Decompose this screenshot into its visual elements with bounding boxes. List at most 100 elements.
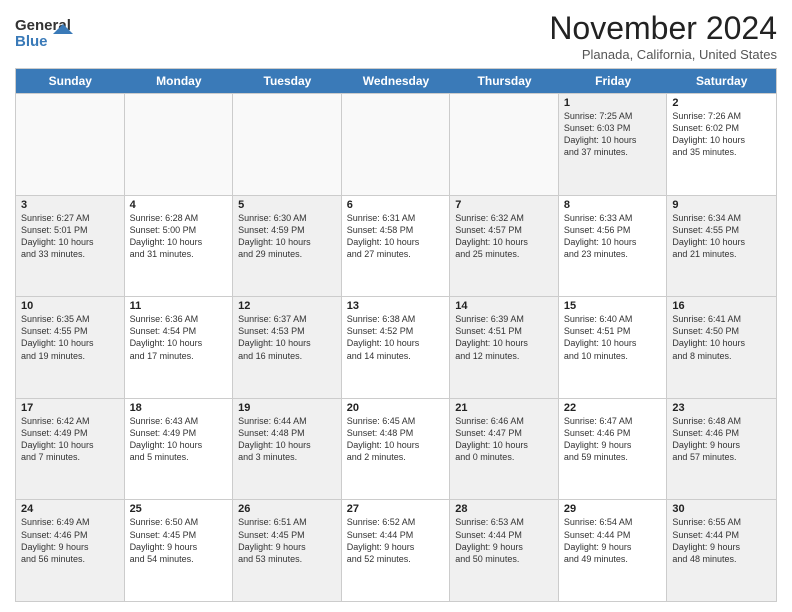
day-number: 15 xyxy=(564,300,662,312)
day-info: Sunrise: 6:45 AM Sunset: 4:48 PM Dayligh… xyxy=(347,415,445,464)
day-info: Sunrise: 6:27 AM Sunset: 5:01 PM Dayligh… xyxy=(21,212,119,261)
calendar-row-2: 3Sunrise: 6:27 AM Sunset: 5:01 PM Daylig… xyxy=(16,195,776,297)
day-info: Sunrise: 6:44 AM Sunset: 4:48 PM Dayligh… xyxy=(238,415,336,464)
day-info: Sunrise: 6:38 AM Sunset: 4:52 PM Dayligh… xyxy=(347,313,445,362)
calendar-cell xyxy=(342,94,451,195)
day-info: Sunrise: 6:52 AM Sunset: 4:44 PM Dayligh… xyxy=(347,516,445,565)
day-info: Sunrise: 6:40 AM Sunset: 4:51 PM Dayligh… xyxy=(564,313,662,362)
calendar-cell xyxy=(233,94,342,195)
calendar-cell: 8Sunrise: 6:33 AM Sunset: 4:56 PM Daylig… xyxy=(559,196,668,297)
day-number: 28 xyxy=(455,503,553,515)
calendar-cell: 19Sunrise: 6:44 AM Sunset: 4:48 PM Dayli… xyxy=(233,399,342,500)
calendar-row-1: 1Sunrise: 7:25 AM Sunset: 6:03 PM Daylig… xyxy=(16,93,776,195)
calendar-cell: 1Sunrise: 7:25 AM Sunset: 6:03 PM Daylig… xyxy=(559,94,668,195)
calendar-row-3: 10Sunrise: 6:35 AM Sunset: 4:55 PM Dayli… xyxy=(16,296,776,398)
day-info: Sunrise: 7:25 AM Sunset: 6:03 PM Dayligh… xyxy=(564,110,662,159)
svg-text:Blue: Blue xyxy=(15,33,48,50)
day-number: 17 xyxy=(21,402,119,414)
calendar-row-4: 17Sunrise: 6:42 AM Sunset: 4:49 PM Dayli… xyxy=(16,398,776,500)
calendar: SundayMondayTuesdayWednesdayThursdayFrid… xyxy=(15,68,777,602)
day-info: Sunrise: 6:35 AM Sunset: 4:55 PM Dayligh… xyxy=(21,313,119,362)
header: General Blue November 2024 Planada, Cali… xyxy=(15,10,777,62)
calendar-cell: 28Sunrise: 6:53 AM Sunset: 4:44 PM Dayli… xyxy=(450,500,559,601)
day-info: Sunrise: 6:47 AM Sunset: 4:46 PM Dayligh… xyxy=(564,415,662,464)
day-info: Sunrise: 6:51 AM Sunset: 4:45 PM Dayligh… xyxy=(238,516,336,565)
calendar-cell: 22Sunrise: 6:47 AM Sunset: 4:46 PM Dayli… xyxy=(559,399,668,500)
header-day-sunday: Sunday xyxy=(16,69,125,93)
day-info: Sunrise: 6:34 AM Sunset: 4:55 PM Dayligh… xyxy=(672,212,771,261)
day-info: Sunrise: 6:33 AM Sunset: 4:56 PM Dayligh… xyxy=(564,212,662,261)
day-number: 27 xyxy=(347,503,445,515)
header-day-friday: Friday xyxy=(559,69,668,93)
calendar-cell: 7Sunrise: 6:32 AM Sunset: 4:57 PM Daylig… xyxy=(450,196,559,297)
calendar-cell: 5Sunrise: 6:30 AM Sunset: 4:59 PM Daylig… xyxy=(233,196,342,297)
calendar-cell: 6Sunrise: 6:31 AM Sunset: 4:58 PM Daylig… xyxy=(342,196,451,297)
calendar-cell: 14Sunrise: 6:39 AM Sunset: 4:51 PM Dayli… xyxy=(450,297,559,398)
day-number: 21 xyxy=(455,402,553,414)
day-info: Sunrise: 6:28 AM Sunset: 5:00 PM Dayligh… xyxy=(130,212,228,261)
calendar-cell: 9Sunrise: 6:34 AM Sunset: 4:55 PM Daylig… xyxy=(667,196,776,297)
calendar-page: General Blue November 2024 Planada, Cali… xyxy=(0,0,792,612)
day-info: Sunrise: 6:46 AM Sunset: 4:47 PM Dayligh… xyxy=(455,415,553,464)
calendar-cell: 16Sunrise: 6:41 AM Sunset: 4:50 PM Dayli… xyxy=(667,297,776,398)
day-number: 9 xyxy=(672,199,771,211)
calendar-cell: 30Sunrise: 6:55 AM Sunset: 4:44 PM Dayli… xyxy=(667,500,776,601)
day-number: 10 xyxy=(21,300,119,312)
day-info: Sunrise: 6:54 AM Sunset: 4:44 PM Dayligh… xyxy=(564,516,662,565)
day-number: 8 xyxy=(564,199,662,211)
calendar-cell: 25Sunrise: 6:50 AM Sunset: 4:45 PM Dayli… xyxy=(125,500,234,601)
calendar-cell: 3Sunrise: 6:27 AM Sunset: 5:01 PM Daylig… xyxy=(16,196,125,297)
day-number: 26 xyxy=(238,503,336,515)
title-block: November 2024 Planada, California, Unite… xyxy=(549,10,777,62)
calendar-cell: 29Sunrise: 6:54 AM Sunset: 4:44 PM Dayli… xyxy=(559,500,668,601)
day-number: 25 xyxy=(130,503,228,515)
day-number: 24 xyxy=(21,503,119,515)
location: Planada, California, United States xyxy=(549,47,777,62)
day-info: Sunrise: 6:48 AM Sunset: 4:46 PM Dayligh… xyxy=(672,415,771,464)
day-number: 19 xyxy=(238,402,336,414)
calendar-cell: 18Sunrise: 6:43 AM Sunset: 4:49 PM Dayli… xyxy=(125,399,234,500)
day-number: 18 xyxy=(130,402,228,414)
day-number: 12 xyxy=(238,300,336,312)
day-info: Sunrise: 6:32 AM Sunset: 4:57 PM Dayligh… xyxy=(455,212,553,261)
day-number: 30 xyxy=(672,503,771,515)
calendar-cell: 4Sunrise: 6:28 AM Sunset: 5:00 PM Daylig… xyxy=(125,196,234,297)
header-day-tuesday: Tuesday xyxy=(233,69,342,93)
calendar-cell: 13Sunrise: 6:38 AM Sunset: 4:52 PM Dayli… xyxy=(342,297,451,398)
calendar-cell: 11Sunrise: 6:36 AM Sunset: 4:54 PM Dayli… xyxy=(125,297,234,398)
logo: General Blue xyxy=(15,10,75,57)
day-info: Sunrise: 6:50 AM Sunset: 4:45 PM Dayligh… xyxy=(130,516,228,565)
day-number: 3 xyxy=(21,199,119,211)
calendar-cell: 21Sunrise: 6:46 AM Sunset: 4:47 PM Dayli… xyxy=(450,399,559,500)
day-info: Sunrise: 6:36 AM Sunset: 4:54 PM Dayligh… xyxy=(130,313,228,362)
header-day-wednesday: Wednesday xyxy=(342,69,451,93)
day-info: Sunrise: 6:37 AM Sunset: 4:53 PM Dayligh… xyxy=(238,313,336,362)
logo-icon: General Blue xyxy=(15,12,75,52)
day-info: Sunrise: 6:30 AM Sunset: 4:59 PM Dayligh… xyxy=(238,212,336,261)
day-number: 22 xyxy=(564,402,662,414)
day-info: Sunrise: 7:26 AM Sunset: 6:02 PM Dayligh… xyxy=(672,110,771,159)
day-number: 5 xyxy=(238,199,336,211)
day-number: 20 xyxy=(347,402,445,414)
day-info: Sunrise: 6:42 AM Sunset: 4:49 PM Dayligh… xyxy=(21,415,119,464)
day-number: 23 xyxy=(672,402,771,414)
day-number: 2 xyxy=(672,97,771,109)
header-day-saturday: Saturday xyxy=(667,69,776,93)
calendar-cell: 20Sunrise: 6:45 AM Sunset: 4:48 PM Dayli… xyxy=(342,399,451,500)
day-info: Sunrise: 6:39 AM Sunset: 4:51 PM Dayligh… xyxy=(455,313,553,362)
day-number: 7 xyxy=(455,199,553,211)
month-title: November 2024 xyxy=(549,10,777,47)
day-info: Sunrise: 6:53 AM Sunset: 4:44 PM Dayligh… xyxy=(455,516,553,565)
calendar-cell xyxy=(16,94,125,195)
day-info: Sunrise: 6:41 AM Sunset: 4:50 PM Dayligh… xyxy=(672,313,771,362)
calendar-cell: 15Sunrise: 6:40 AM Sunset: 4:51 PM Dayli… xyxy=(559,297,668,398)
day-number: 16 xyxy=(672,300,771,312)
day-number: 14 xyxy=(455,300,553,312)
day-info: Sunrise: 6:49 AM Sunset: 4:46 PM Dayligh… xyxy=(21,516,119,565)
calendar-body: 1Sunrise: 7:25 AM Sunset: 6:03 PM Daylig… xyxy=(16,93,776,601)
day-info: Sunrise: 6:55 AM Sunset: 4:44 PM Dayligh… xyxy=(672,516,771,565)
day-number: 6 xyxy=(347,199,445,211)
calendar-cell: 17Sunrise: 6:42 AM Sunset: 4:49 PM Dayli… xyxy=(16,399,125,500)
header-day-thursday: Thursday xyxy=(450,69,559,93)
day-info: Sunrise: 6:43 AM Sunset: 4:49 PM Dayligh… xyxy=(130,415,228,464)
